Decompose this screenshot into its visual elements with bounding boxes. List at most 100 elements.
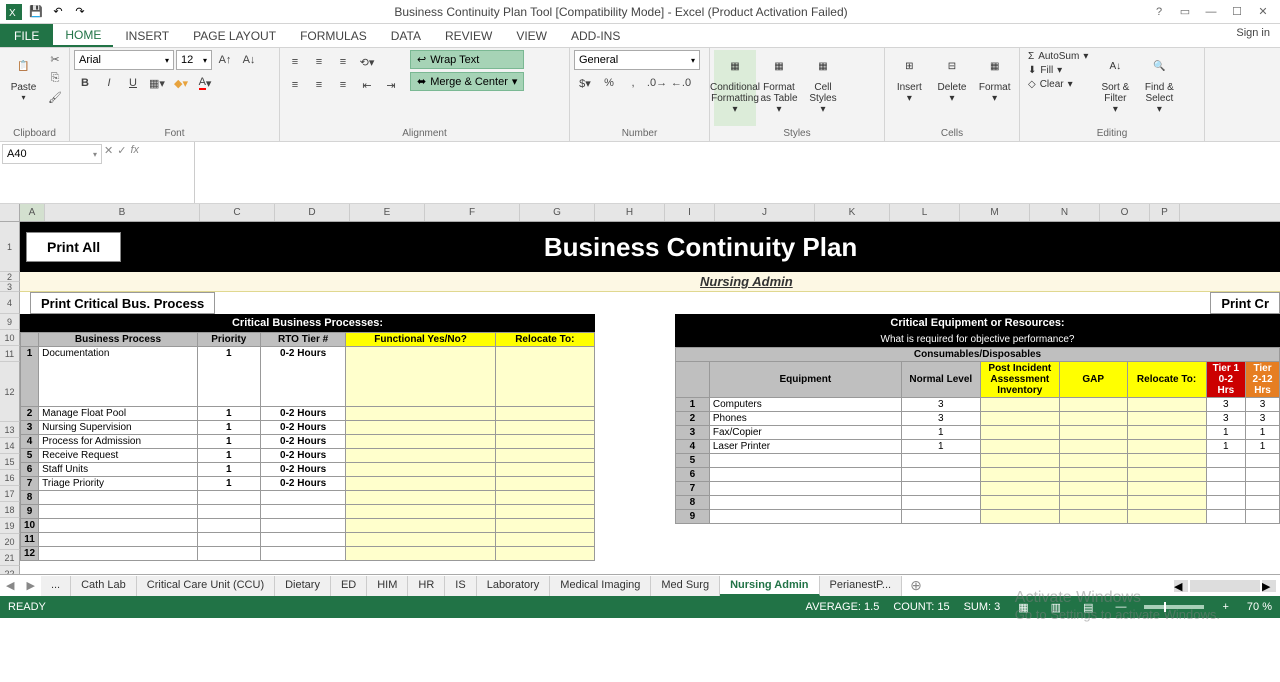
insert-cells-button[interactable]: ⊞Insert▾	[889, 50, 930, 126]
row-header[interactable]: 10	[0, 330, 20, 346]
align-middle-icon[interactable]: ≡	[308, 52, 330, 72]
sheet-tab[interactable]: Medical Imaging	[550, 576, 651, 596]
col-header[interactable]: B	[45, 204, 200, 221]
clear-button[interactable]: ◇ Clear ▾	[1024, 78, 1092, 91]
row-header[interactable]: 1	[0, 222, 20, 272]
col-header[interactable]: E	[350, 204, 425, 221]
row-header[interactable]: 4	[0, 292, 20, 314]
ribbon-opts-icon[interactable]: ▭	[1174, 3, 1196, 21]
merge-center-button[interactable]: ⬌ Merge & Center ▾	[410, 72, 524, 91]
sort-filter-button[interactable]: A↓Sort & Filter▾	[1094, 50, 1136, 126]
sheet-nav-prev-icon[interactable]: ◀	[0, 579, 20, 592]
fill-color-button[interactable]: ◆▾	[170, 73, 192, 93]
row-header[interactable]: 3	[0, 282, 20, 292]
table-row[interactable]: 9	[676, 510, 1280, 524]
table-row[interactable]: 10	[21, 519, 595, 533]
col-header[interactable]: F	[425, 204, 520, 221]
col-header[interactable]: M	[960, 204, 1030, 221]
sheet-tab[interactable]: Cath Lab	[71, 576, 137, 596]
col-header[interactable]: G	[520, 204, 595, 221]
tab-file[interactable]: FILE	[0, 24, 53, 47]
col-header[interactable]: I	[665, 204, 715, 221]
tab-home[interactable]: HOME	[53, 24, 113, 47]
print-critical-process-button[interactable]: Print Critical Bus. Process	[30, 292, 215, 314]
underline-button[interactable]: U	[122, 73, 144, 93]
col-header[interactable]: J	[715, 204, 815, 221]
sheet-tab[interactable]: HIM	[367, 576, 408, 596]
col-header[interactable]: K	[815, 204, 890, 221]
format-as-table-button[interactable]: ▦Format as Table▾	[758, 50, 800, 126]
help-icon[interactable]: ?	[1148, 3, 1170, 21]
paste-button[interactable]: 📋Paste▾	[4, 50, 43, 126]
row-header[interactable]: 12	[0, 362, 20, 422]
find-select-button[interactable]: 🔍Find & Select▾	[1138, 50, 1180, 126]
tab-view[interactable]: VIEW	[504, 24, 559, 47]
col-header[interactable]: P	[1150, 204, 1180, 221]
col-header[interactable]: H	[595, 204, 665, 221]
sheet-tab[interactable]: Critical Care Unit (CCU)	[137, 576, 275, 596]
col-header[interactable]: D	[275, 204, 350, 221]
tab-data[interactable]: DATA	[379, 24, 433, 47]
row-header[interactable]: 9	[0, 314, 20, 330]
zoom-level[interactable]: 70 %	[1247, 601, 1272, 613]
row-header[interactable]: 11	[0, 346, 20, 362]
table-row[interactable]: 5	[676, 454, 1280, 468]
select-all-corner[interactable]	[0, 204, 20, 222]
row-header[interactable]: 21	[0, 550, 20, 566]
table-row[interactable]: 12	[21, 547, 595, 561]
sign-in-link[interactable]: Sign in	[1226, 24, 1280, 47]
inc-decimal-icon[interactable]: .0→	[646, 73, 668, 93]
zoom-in-icon[interactable]: +	[1218, 601, 1232, 613]
table-row[interactable]: 1Computers333	[676, 398, 1280, 412]
align-left-icon[interactable]: ≡	[284, 75, 306, 95]
autosum-button[interactable]: Σ AutoSum ▾	[1024, 50, 1092, 63]
font-color-button[interactable]: A▾	[194, 73, 216, 93]
comma-icon[interactable]: ,	[622, 73, 644, 93]
copy-icon[interactable]: ⎘	[45, 69, 65, 87]
cancel-formula-icon[interactable]: ✕	[104, 144, 113, 157]
sheet-tab[interactable]: PerianestP...	[820, 576, 903, 596]
align-top-icon[interactable]: ≡	[284, 52, 306, 72]
wrap-text-button[interactable]: ↩ Wrap Text	[410, 50, 524, 69]
italic-button[interactable]: I	[98, 73, 120, 93]
save-icon[interactable]: 💾	[26, 2, 46, 22]
col-header[interactable]: L	[890, 204, 960, 221]
tab-formulas[interactable]: FORMULAS	[288, 24, 379, 47]
sheet-nav-next-icon[interactable]: ▶	[20, 579, 40, 592]
indent-inc-icon[interactable]: ⇥	[380, 75, 402, 95]
table-row[interactable]: 6	[676, 468, 1280, 482]
tab-review[interactable]: REVIEW	[433, 24, 504, 47]
tab-insert[interactable]: INSERT	[113, 24, 181, 47]
row-header[interactable]: 20	[0, 534, 20, 550]
dec-decimal-icon[interactable]: ←.0	[670, 73, 692, 93]
delete-cells-button[interactable]: ⊟Delete▾	[932, 50, 973, 126]
row-header[interactable]: 16	[0, 470, 20, 486]
sheet-tab[interactable]: Dietary	[275, 576, 331, 596]
orientation-icon[interactable]: ⟲▾	[356, 52, 378, 72]
close-icon[interactable]: ✕	[1252, 3, 1274, 21]
hscroll-left-icon[interactable]: ◀	[1174, 580, 1188, 592]
indent-dec-icon[interactable]: ⇤	[356, 75, 378, 95]
formula-input[interactable]	[194, 142, 1280, 203]
view-break-icon[interactable]: ▤	[1079, 601, 1097, 614]
decrease-font-icon[interactable]: A↓	[238, 50, 260, 70]
table-row[interactable]: 11	[21, 533, 595, 547]
table-row[interactable]: 3Fax/Copier111	[676, 426, 1280, 440]
table-row[interactable]: 2Manage Float Pool10-2 Hours	[21, 407, 595, 421]
row-header[interactable]: 19	[0, 518, 20, 534]
row-header[interactable]: 22	[0, 566, 20, 574]
maximize-icon[interactable]: ☐	[1226, 3, 1248, 21]
col-header[interactable]: O	[1100, 204, 1150, 221]
sheet-tab[interactable]: Med Surg	[651, 576, 720, 596]
table-row[interactable]: 8	[21, 491, 595, 505]
sheet-tab[interactable]: Laboratory	[477, 576, 551, 596]
row-header[interactable]: 13	[0, 422, 20, 438]
new-sheet-icon[interactable]: ⊕	[902, 577, 930, 594]
increase-font-icon[interactable]: A↑	[214, 50, 236, 70]
undo-icon[interactable]: ↶	[48, 2, 68, 22]
hscroll-right-icon[interactable]: ▶	[1262, 580, 1276, 592]
print-critical-equip-button[interactable]: Print Cr	[1210, 292, 1280, 314]
format-painter-icon[interactable]: 🖌	[45, 88, 65, 106]
table-row[interactable]: 4Laser Printer111	[676, 440, 1280, 454]
number-format-combo[interactable]: General▾	[574, 50, 700, 70]
